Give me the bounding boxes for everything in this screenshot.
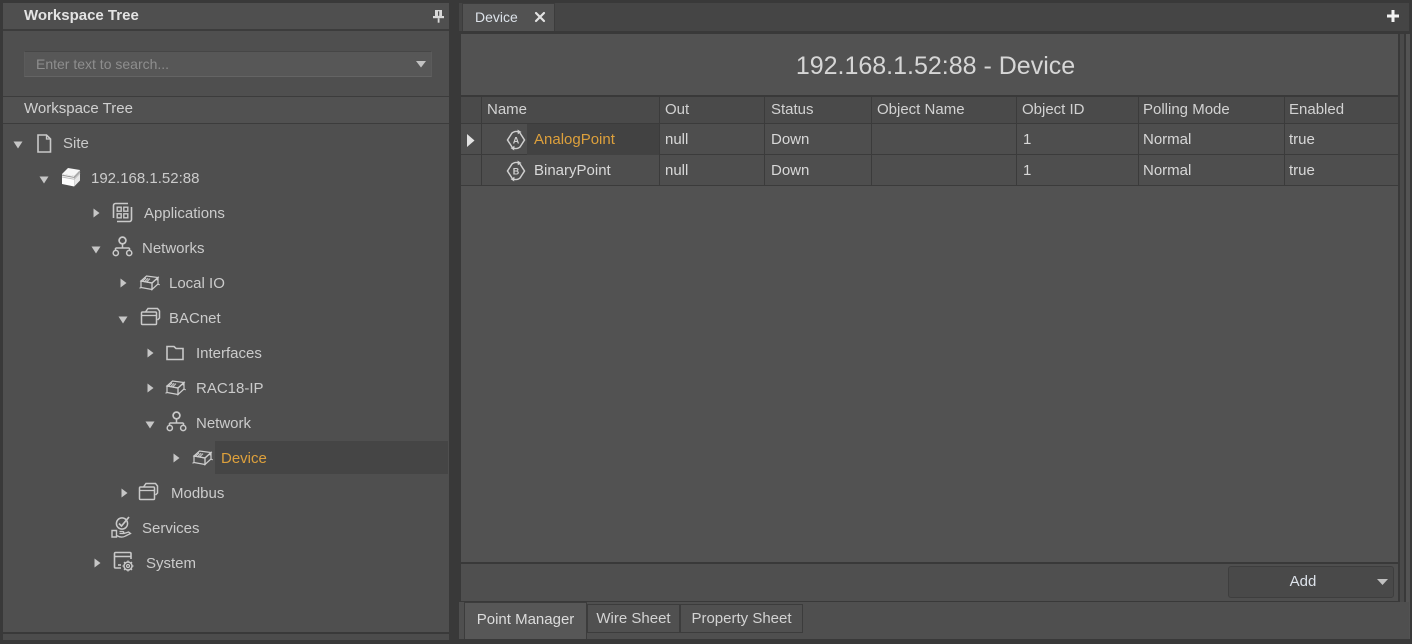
svg-text:B: B [513,167,520,177]
svg-text:A: A [513,136,520,146]
